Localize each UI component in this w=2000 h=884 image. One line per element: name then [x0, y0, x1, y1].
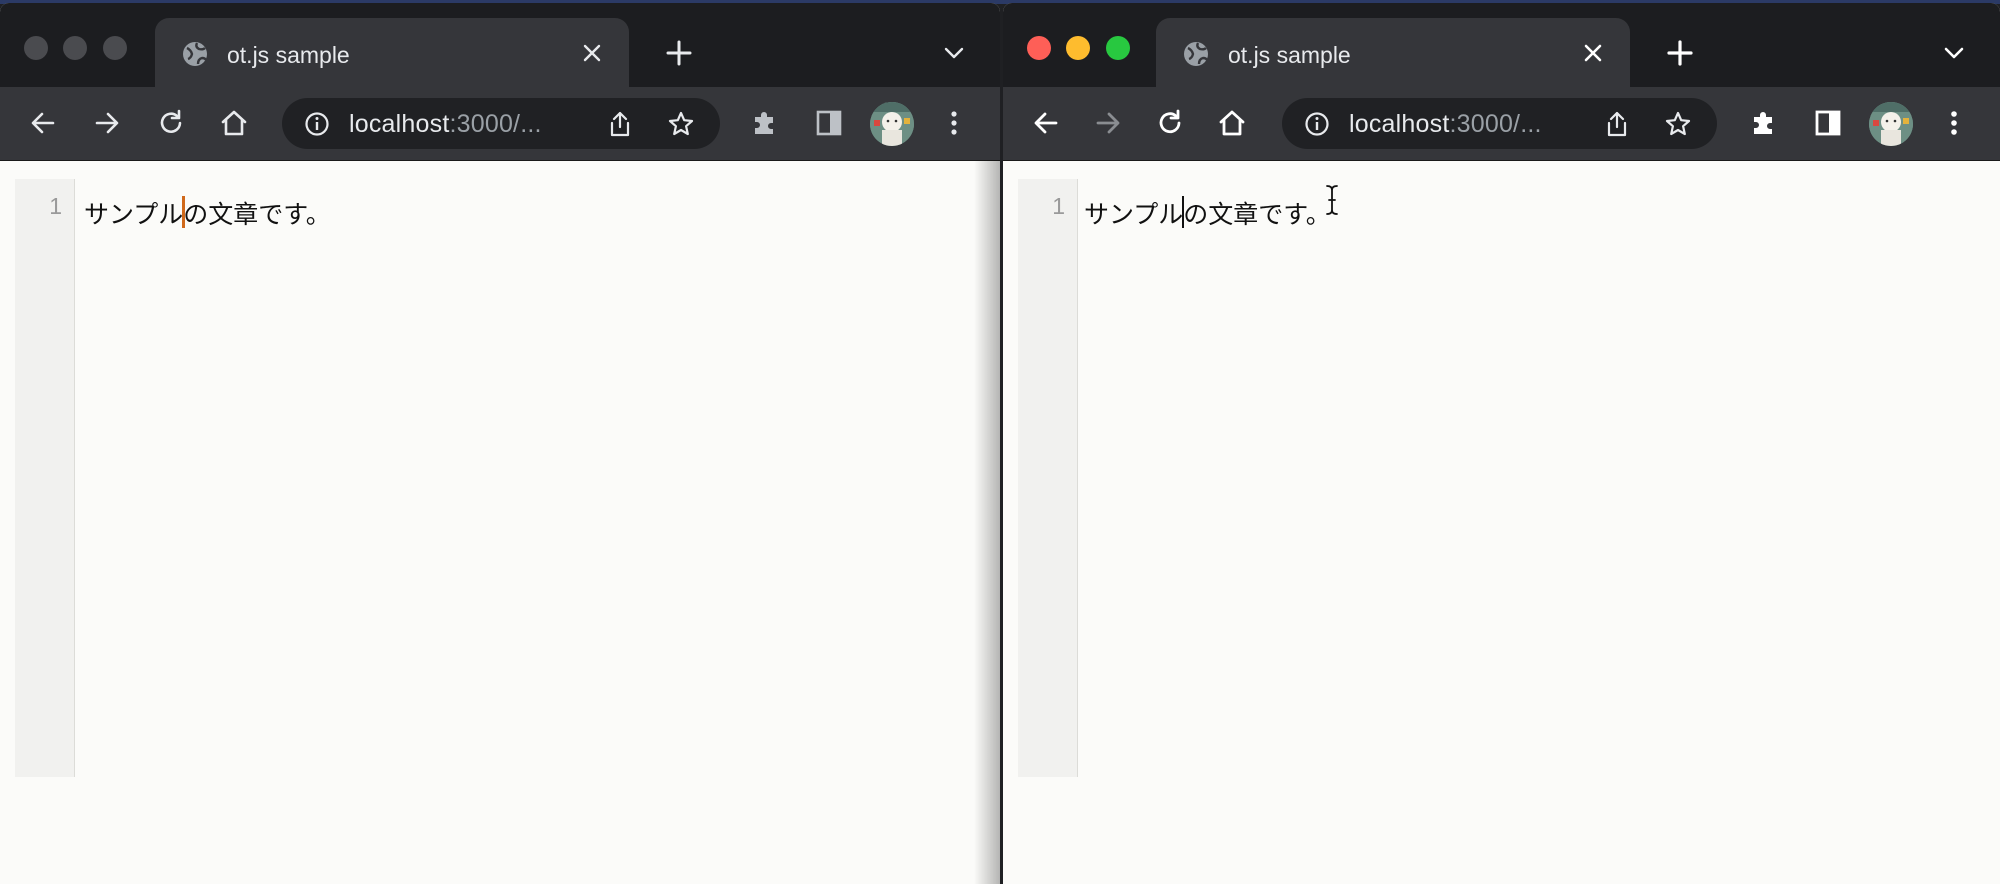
tab-strip: ot.js sample: [0, 3, 1000, 87]
page-content: 1 サンプルの文章です。: [0, 161, 1000, 884]
home-icon[interactable]: [218, 107, 250, 139]
close-traffic-light[interactable]: [1027, 36, 1051, 60]
side-panel-icon[interactable]: [813, 107, 845, 139]
kebab-menu-icon[interactable]: [942, 107, 966, 139]
forward-arrow-icon[interactable]: [91, 107, 123, 139]
share-icon[interactable]: [1604, 110, 1630, 138]
page-content: 1 サンプルの文章です。: [1003, 161, 2000, 884]
close-traffic-light[interactable]: [24, 36, 48, 60]
maximize-traffic-light[interactable]: [1106, 36, 1130, 60]
tab-title: ot.js sample: [1228, 42, 1351, 68]
globe-icon: [183, 42, 208, 66]
browser-toolbar: localhost:3000/...: [0, 87, 1000, 161]
info-icon[interactable]: [1304, 111, 1330, 137]
line-number-gutter: 1: [1018, 179, 1078, 777]
url-host: localhost: [349, 110, 450, 138]
ibeam-cursor-icon: [1326, 185, 1338, 215]
info-icon[interactable]: [304, 111, 330, 137]
url-text: localhost:3000/...: [1349, 110, 1542, 139]
editor-line[interactable]: サンプルの文章です。: [1084, 195, 1331, 231]
browser-window-right: ot.js sample localhost:3000/... 1 サンプルの文…: [1003, 3, 2000, 884]
tab-title: ot.js sample: [227, 42, 350, 68]
tab-ot-js-sample[interactable]: ot.js sample: [155, 18, 629, 87]
home-icon[interactable]: [1216, 107, 1248, 139]
avatar[interactable]: [1869, 102, 1913, 146]
plus-icon[interactable]: [1666, 39, 1694, 67]
avatar-image: [1869, 102, 1913, 146]
text-after-cursor: の文章です。: [1183, 200, 1331, 229]
kebab-menu-icon[interactable]: [1942, 107, 1966, 139]
close-icon[interactable]: [581, 42, 603, 64]
plus-icon[interactable]: [665, 39, 693, 67]
chevron-down-icon[interactable]: [1943, 45, 1965, 61]
browser-window-left: ot.js sample localhost:3000/... 1 サンプルの文…: [0, 3, 1000, 884]
browser-toolbar: localhost:3000/...: [1003, 87, 2000, 161]
tab-ot-js-sample[interactable]: ot.js sample: [1156, 18, 1630, 87]
minimize-traffic-light[interactable]: [63, 36, 87, 60]
avatar-image: [870, 102, 914, 146]
reload-icon[interactable]: [155, 107, 187, 139]
puzzle-icon[interactable]: [1748, 107, 1780, 139]
text-after-cursor: の文章です。: [183, 200, 331, 229]
minimize-traffic-light[interactable]: [1066, 36, 1090, 60]
address-bar[interactable]: localhost:3000/...: [282, 98, 720, 149]
tab-strip: ot.js sample: [1003, 3, 2000, 87]
editor-line[interactable]: サンプルの文章です。: [84, 195, 331, 231]
text-before-cursor: サンプル: [1084, 200, 1184, 229]
back-arrow-icon[interactable]: [1030, 107, 1062, 139]
chevron-down-icon[interactable]: [943, 45, 965, 61]
star-icon[interactable]: [667, 110, 695, 138]
url-path: :3000/...: [1449, 110, 1542, 138]
share-icon[interactable]: [607, 110, 633, 138]
maximize-traffic-light[interactable]: [103, 36, 127, 60]
address-bar[interactable]: localhost:3000/...: [1282, 98, 1717, 149]
url-path: :3000/...: [449, 110, 542, 138]
reload-icon[interactable]: [1154, 107, 1186, 139]
text-before-cursor: サンプル: [84, 200, 184, 229]
close-icon[interactable]: [1582, 42, 1604, 64]
side-panel-icon[interactable]: [1812, 107, 1844, 139]
url-host: localhost: [1349, 110, 1450, 138]
star-icon[interactable]: [1664, 110, 1692, 138]
forward-arrow-icon[interactable]: [1092, 107, 1124, 139]
back-arrow-icon[interactable]: [27, 107, 59, 139]
line-number-gutter: 1: [15, 179, 75, 777]
line-number: 1: [49, 193, 62, 219]
globe-icon: [1184, 42, 1209, 66]
line-number: 1: [1052, 193, 1065, 219]
puzzle-icon[interactable]: [749, 107, 781, 139]
avatar[interactable]: [870, 102, 914, 146]
url-text: localhost:3000/...: [349, 110, 542, 139]
